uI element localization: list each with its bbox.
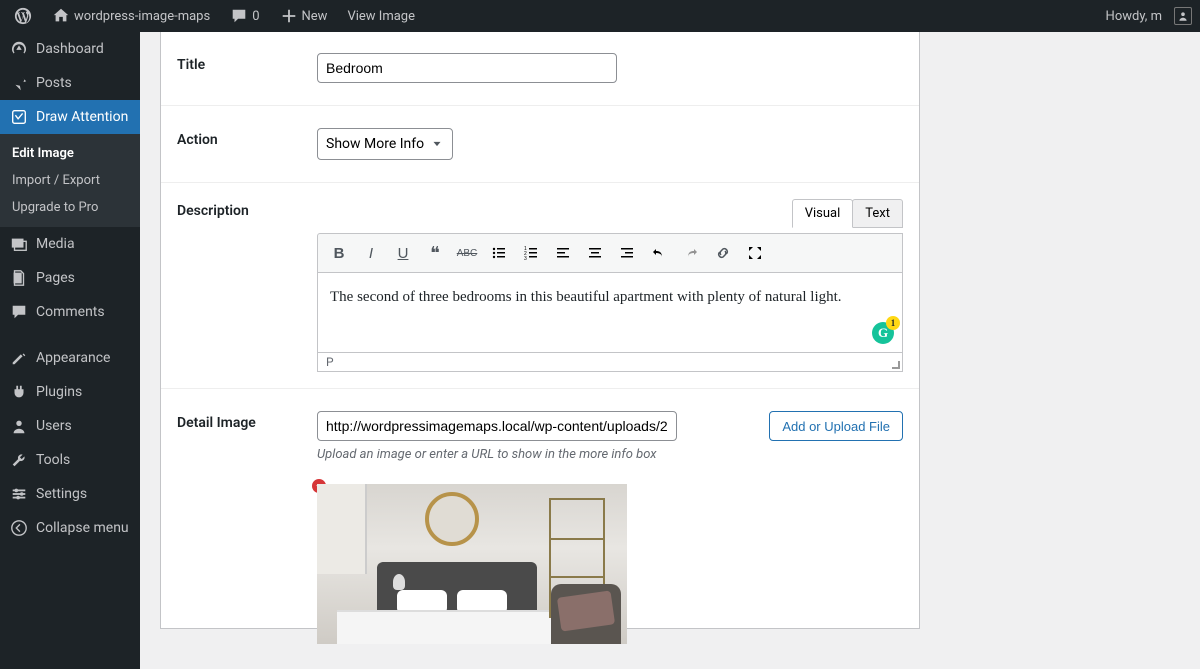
action-row: Action Show More Info bbox=[161, 106, 919, 183]
menu-comments[interactable]: Comments bbox=[0, 295, 140, 329]
editor-path: P bbox=[326, 355, 334, 369]
strike-button[interactable]: ABC bbox=[452, 238, 482, 268]
redo-button[interactable] bbox=[676, 238, 706, 268]
submenu-import-export[interactable]: Import / Export bbox=[0, 167, 140, 194]
underline-button[interactable]: U bbox=[388, 238, 418, 268]
pages-icon bbox=[10, 269, 28, 287]
users-icon bbox=[10, 417, 28, 435]
howdy-text: Howdy, m bbox=[1106, 9, 1162, 24]
undo-button[interactable] bbox=[644, 238, 674, 268]
detail-image-row: Detail Image Add or Upload File Upload a… bbox=[161, 389, 919, 666]
title-label: Title bbox=[177, 53, 317, 73]
editor-content[interactable]: The second of three bedrooms in this bea… bbox=[317, 273, 903, 353]
editor-status: P bbox=[317, 353, 903, 372]
media-icon bbox=[10, 235, 28, 253]
description-text: The second of three bedrooms in this bea… bbox=[330, 289, 842, 305]
menu-draw-attention[interactable]: Draw Attention bbox=[0, 100, 140, 134]
new-label: New bbox=[302, 9, 328, 24]
submenu-upgrade[interactable]: Upgrade to Pro bbox=[0, 194, 140, 221]
grammarly-badge[interactable]: G bbox=[872, 322, 894, 344]
description-label: Description bbox=[177, 199, 317, 219]
svg-text:3: 3 bbox=[524, 256, 527, 261]
avatar[interactable] bbox=[1174, 7, 1192, 25]
menu-users[interactable]: Users bbox=[0, 409, 140, 443]
action-select[interactable]: Show More Info bbox=[317, 128, 453, 160]
action-value: Show More Info bbox=[326, 136, 424, 152]
bullet-list-button[interactable] bbox=[484, 238, 514, 268]
draw-attention-icon bbox=[10, 108, 28, 126]
detail-hint: Upload an image or enter a URL to show i… bbox=[317, 447, 903, 462]
menu-media[interactable]: Media bbox=[0, 227, 140, 261]
resize-handle[interactable] bbox=[890, 359, 900, 369]
appearance-icon bbox=[10, 349, 28, 367]
align-right-button[interactable] bbox=[612, 238, 642, 268]
admin-bar: wordpress-image-maps 0 New View Image Ho… bbox=[0, 0, 1200, 32]
comments-link[interactable]: 0 bbox=[224, 7, 265, 25]
comment-icon bbox=[230, 7, 248, 25]
detail-image-label: Detail Image bbox=[177, 411, 317, 431]
wp-logo-icon[interactable] bbox=[8, 7, 38, 25]
hotspot-panel: Title Action Show More Info Description … bbox=[160, 32, 920, 629]
main-content[interactable]: Title Action Show More Info Description … bbox=[140, 32, 1200, 669]
dashboard-icon bbox=[10, 40, 28, 58]
upload-button[interactable]: Add or Upload File bbox=[769, 411, 903, 441]
quote-button[interactable]: ❝ bbox=[420, 238, 450, 268]
tools-icon bbox=[10, 451, 28, 469]
submenu-draw-attention: Edit Image Import / Export Upgrade to Pr… bbox=[0, 134, 140, 227]
plus-icon bbox=[280, 7, 298, 25]
howdy-link[interactable]: Howdy, m bbox=[1100, 9, 1168, 24]
editor-tab-visual[interactable]: Visual bbox=[792, 199, 854, 228]
new-link[interactable]: New bbox=[274, 7, 334, 25]
home-icon bbox=[52, 7, 70, 25]
menu-tools[interactable]: Tools bbox=[0, 443, 140, 477]
chevron-down-icon bbox=[430, 137, 444, 151]
menu-settings[interactable]: Settings bbox=[0, 477, 140, 511]
menu-pages[interactable]: Pages bbox=[0, 261, 140, 295]
collapse-icon bbox=[10, 519, 28, 537]
person-icon bbox=[1177, 10, 1189, 22]
detail-thumbnail-wrap: − bbox=[317, 484, 627, 644]
plugins-icon bbox=[10, 383, 28, 401]
pin-icon bbox=[10, 74, 28, 92]
site-link[interactable]: wordpress-image-maps bbox=[46, 7, 216, 25]
menu-collapse[interactable]: Collapse menu bbox=[0, 511, 140, 545]
italic-button[interactable]: I bbox=[356, 238, 386, 268]
admin-sidebar: Dashboard Posts Draw Attention Edit Imag… bbox=[0, 32, 140, 669]
editor-toolbar: B I U ❝ ABC 123 bbox=[317, 233, 903, 273]
detail-url-input[interactable] bbox=[317, 411, 677, 441]
settings-icon bbox=[10, 485, 28, 503]
title-row: Title bbox=[161, 32, 919, 106]
align-left-button[interactable] bbox=[548, 238, 578, 268]
comments-icon bbox=[10, 303, 28, 321]
bold-button[interactable]: B bbox=[324, 238, 354, 268]
site-name: wordpress-image-maps bbox=[74, 9, 210, 24]
view-image-link[interactable]: View Image bbox=[341, 9, 421, 24]
title-input[interactable] bbox=[317, 53, 617, 83]
align-center-button[interactable] bbox=[580, 238, 610, 268]
number-list-button[interactable]: 123 bbox=[516, 238, 546, 268]
action-label: Action bbox=[177, 128, 317, 148]
detail-thumbnail[interactable] bbox=[317, 484, 627, 644]
menu-appearance[interactable]: Appearance bbox=[0, 341, 140, 375]
fullscreen-button[interactable] bbox=[740, 238, 770, 268]
menu-dashboard[interactable]: Dashboard bbox=[0, 32, 140, 66]
menu-plugins[interactable]: Plugins bbox=[0, 375, 140, 409]
editor-tab-text[interactable]: Text bbox=[852, 199, 903, 228]
link-button[interactable] bbox=[708, 238, 738, 268]
comments-count: 0 bbox=[252, 9, 259, 24]
menu-posts[interactable]: Posts bbox=[0, 66, 140, 100]
description-row: Description Visual Text B I U ❝ ABC 123 bbox=[161, 183, 919, 389]
submenu-edit-image[interactable]: Edit Image bbox=[0, 140, 140, 167]
